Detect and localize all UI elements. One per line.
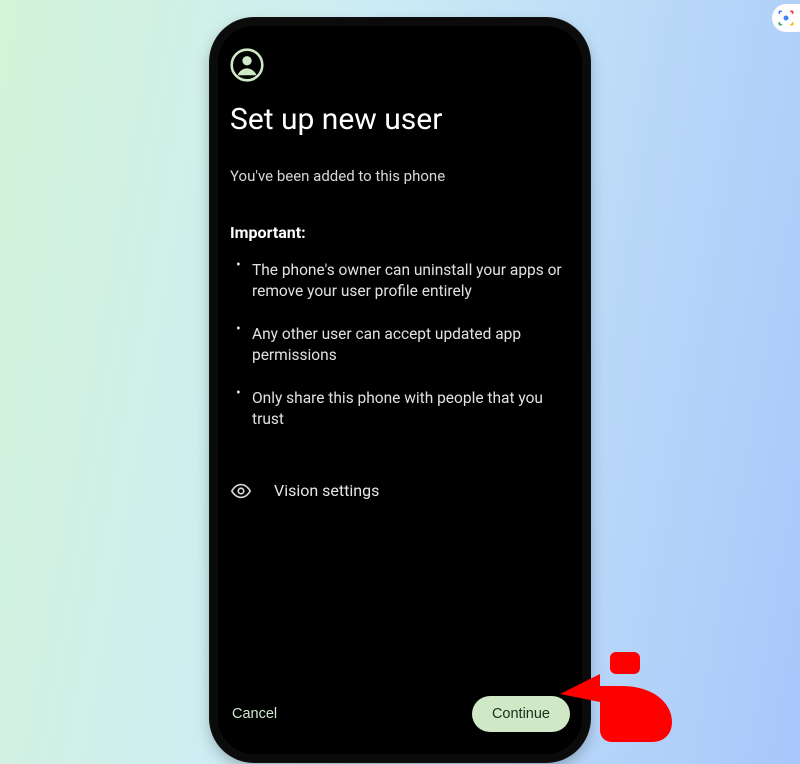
phone-frame: Set up new user You've been added to thi… [210,18,590,762]
page-background: Set up new user You've been added to thi… [0,0,800,764]
cancel-button[interactable]: Cancel [230,700,279,728]
lens-badge[interactable] [772,4,800,32]
eye-icon [230,480,252,502]
important-list: The phone's owner can uninstall your app… [230,260,570,452]
list-item: Only share this phone with people that y… [236,388,570,430]
list-item: Any other user can accept updated app pe… [236,324,570,366]
vision-settings-label: Vision settings [274,481,379,500]
vision-settings-row[interactable]: Vision settings [230,480,570,502]
page-title: Set up new user [230,102,570,137]
continue-button[interactable]: Continue [472,696,570,732]
footer-bar: Cancel Continue [230,688,570,732]
lens-icon [776,8,796,28]
page-subtitle: You've been added to this phone [230,167,570,185]
user-icon [230,48,264,82]
list-item: The phone's owner can uninstall your app… [236,260,570,302]
important-label: Important: [230,223,570,242]
phone-screen: Set up new user You've been added to thi… [230,48,570,732]
